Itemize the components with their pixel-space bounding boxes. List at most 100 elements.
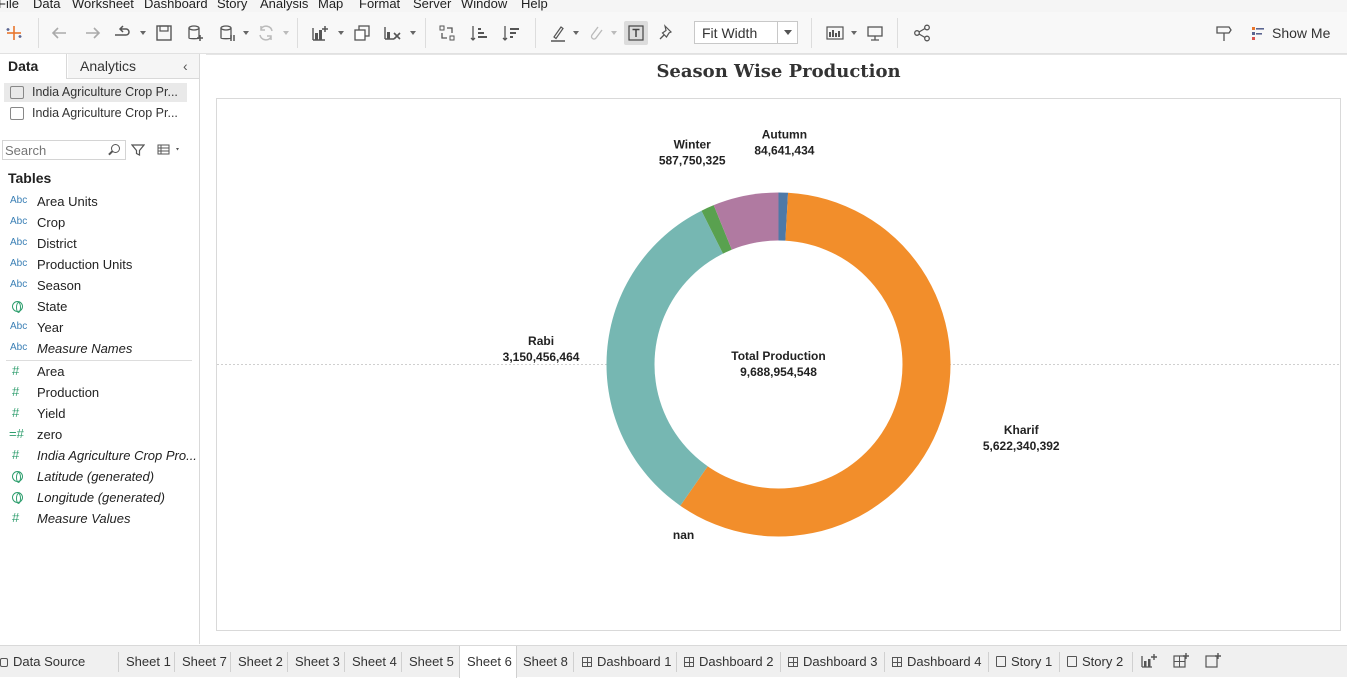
menu-story[interactable]: Story	[217, 0, 247, 11]
data-source-item[interactable]: India Agriculture Crop Pr...	[4, 83, 187, 102]
field-latitude[interactable]: Latitude (generated)	[0, 467, 196, 487]
field-production-units[interactable]: Abc Production Units	[0, 255, 196, 275]
refresh-caret-icon[interactable]	[283, 31, 289, 35]
field-measure-names[interactable]: Abc Measure Names	[0, 339, 196, 359]
menu-format[interactable]: Format	[359, 0, 400, 11]
menu-worksheet[interactable]: Worksheet	[72, 0, 134, 11]
menu-data[interactable]: Data	[33, 0, 60, 11]
replay-caret-icon[interactable]	[140, 31, 146, 35]
tab-sheet-1[interactable]: Sheet 1	[126, 646, 171, 678]
save-icon[interactable]	[152, 21, 176, 45]
share-icon[interactable]	[910, 21, 934, 45]
donut-chart-view[interactable]: Total Production 9,688,954,548 Autumn 84,…	[216, 98, 1341, 631]
toolbar-separator	[535, 18, 536, 48]
toolbar: Fit Width Show Me	[0, 12, 1347, 54]
menu-analysis[interactable]: Analysis	[260, 0, 308, 11]
tab-data-source[interactable]: Data Source	[0, 646, 113, 678]
menu-file[interactable]: File	[0, 0, 19, 11]
tableau-logo-icon[interactable]	[2, 21, 26, 45]
show-cards-icon[interactable]	[823, 21, 847, 45]
tab-analytics[interactable]: Analytics	[68, 54, 199, 78]
tab-data[interactable]: Data	[0, 54, 67, 79]
field-season[interactable]: Abc Season	[0, 276, 196, 296]
fit-width-select[interactable]: Fit Width	[694, 21, 798, 44]
tab-label: Sheet 2	[238, 654, 283, 669]
data-source-icon	[0, 658, 8, 667]
filter-icon[interactable]	[131, 143, 145, 157]
new-dashboard-tab-button[interactable]	[1172, 646, 1190, 678]
menu-help[interactable]: Help	[521, 0, 548, 11]
tab-label: Sheet 4	[352, 654, 397, 669]
new-story-tab-button[interactable]	[1204, 646, 1222, 678]
tab-sheet-3[interactable]: Sheet 3	[295, 646, 340, 678]
guide-signpost-icon[interactable]	[1212, 21, 1236, 45]
field-state[interactable]: State	[0, 297, 196, 317]
menu-server[interactable]: Server	[413, 0, 451, 11]
field-record-count[interactable]: # India Agriculture Crop Pro...	[0, 446, 197, 466]
field-zero[interactable]: =# zero	[0, 425, 196, 445]
pause-caret-icon[interactable]	[243, 31, 249, 35]
tab-sheet-8[interactable]: Sheet 8	[523, 646, 568, 678]
field-measure-values[interactable]: # Measure Values	[0, 509, 196, 529]
field-area[interactable]: # Area	[0, 362, 196, 382]
presentation-mode-icon[interactable]	[863, 21, 887, 45]
tab-dashboard-1[interactable]: Dashboard 1	[582, 646, 671, 678]
field-year[interactable]: Abc Year	[0, 318, 196, 338]
field-area-units[interactable]: Abc Area Units	[0, 192, 196, 212]
tab-story-2[interactable]: Story 2	[1067, 646, 1123, 678]
tab-sheet-4[interactable]: Sheet 4	[352, 646, 397, 678]
tab-sheet-7[interactable]: Sheet 7	[182, 646, 227, 678]
refresh-icon[interactable]	[254, 21, 278, 45]
new-worksheet-caret-icon[interactable]	[338, 31, 344, 35]
globe-icon	[12, 471, 23, 483]
show-mark-labels-icon[interactable]	[624, 21, 648, 45]
new-worksheet-icon[interactable]	[308, 21, 332, 45]
field-district[interactable]: Abc District	[0, 234, 196, 254]
tab-dashboard-3[interactable]: Dashboard 3	[788, 646, 877, 678]
highlight-caret-icon[interactable]	[573, 31, 579, 35]
duplicate-sheet-icon[interactable]	[350, 21, 374, 45]
show-me-button[interactable]: Show Me	[1250, 22, 1330, 44]
chevron-down-icon[interactable]	[777, 22, 797, 43]
highlight-icon[interactable]	[546, 21, 570, 45]
data-source-item[interactable]: India Agriculture Crop Pr...	[4, 104, 187, 123]
search-icon[interactable]	[111, 144, 120, 153]
tab-dashboard-4[interactable]: Dashboard 4	[892, 646, 981, 678]
tab-sheet-2[interactable]: Sheet 2	[238, 646, 283, 678]
sort-ascending-icon[interactable]	[467, 21, 491, 45]
replay-icon[interactable]	[110, 21, 134, 45]
redo-icon[interactable]	[80, 21, 104, 45]
fix-axes-pin-icon[interactable]	[655, 21, 679, 45]
show-cards-caret-icon[interactable]	[851, 31, 857, 35]
tab-story-1[interactable]: Story 1	[996, 646, 1052, 678]
swap-rows-columns-icon[interactable]	[435, 21, 459, 45]
group-members-icon[interactable]	[584, 21, 608, 45]
menu-map[interactable]: Map	[318, 0, 343, 11]
field-longitude[interactable]: Longitude (generated)	[0, 488, 196, 508]
collapse-pane-icon[interactable]: ‹	[183, 58, 188, 74]
menu-dashboard[interactable]: Dashboard	[144, 0, 208, 11]
search-input[interactable]	[5, 142, 105, 158]
data-pane: Data Analytics ‹ India Agriculture Crop …	[0, 54, 200, 644]
menu-window[interactable]: Window	[461, 0, 507, 11]
tab-separator	[988, 652, 989, 672]
tab-label: Sheet 7	[182, 654, 227, 669]
field-crop[interactable]: Abc Crop	[0, 213, 196, 233]
tab-sheet-6[interactable]: Sheet 6	[459, 646, 517, 678]
field-label: zero	[37, 427, 63, 442]
pause-updates-icon[interactable]	[215, 21, 239, 45]
undo-icon[interactable]	[48, 21, 72, 45]
new-data-source-icon[interactable]	[183, 21, 207, 45]
clear-caret-icon[interactable]	[410, 31, 416, 35]
tab-dashboard-2[interactable]: Dashboard 2	[684, 646, 773, 678]
field-yield[interactable]: # Yield	[0, 404, 196, 424]
field-production[interactable]: # Production	[0, 383, 196, 403]
tab-separator	[1132, 652, 1133, 672]
new-worksheet-tab-button[interactable]	[1140, 646, 1158, 678]
tab-sheet-5[interactable]: Sheet 5	[409, 646, 454, 678]
donut-chart[interactable]: Total Production 9,688,954,548 Autumn 84,…	[217, 99, 1340, 630]
group-caret-icon[interactable]	[611, 31, 617, 35]
sort-descending-icon[interactable]	[499, 21, 523, 45]
view-options-icon[interactable]	[157, 143, 181, 157]
clear-sheet-icon[interactable]	[380, 21, 404, 45]
